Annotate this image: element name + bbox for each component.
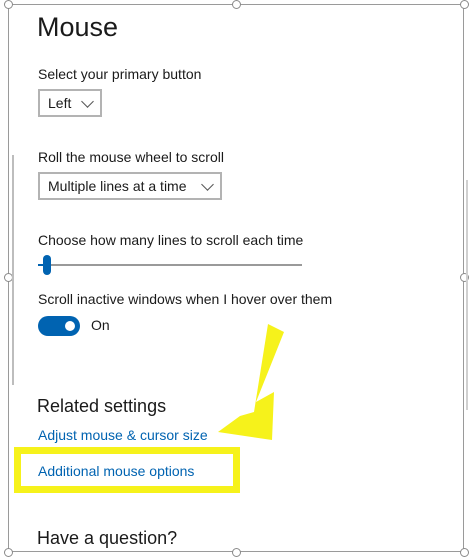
inactive-scroll-label: Scroll inactive windows when I hover ove…: [38, 291, 333, 307]
resize-handle-bottom-left[interactable]: [4, 548, 13, 557]
slider-thumb[interactable]: [43, 255, 52, 275]
help-heading: Have a question?: [37, 528, 178, 548]
arrow-icon: [218, 324, 284, 440]
resize-handle-top-center[interactable]: [232, 0, 241, 9]
resize-handle-bottom-center[interactable]: [232, 548, 241, 557]
scroll-mode-dropdown[interactable]: Multiple lines at a time: [38, 172, 222, 200]
annotation-highlight-box: [14, 447, 240, 493]
chevron-down-icon: [81, 94, 94, 108]
toggle-knob: [65, 321, 75, 331]
adjust-cursor-size-link[interactable]: Adjust mouse & cursor size: [38, 427, 208, 443]
primary-button-dropdown[interactable]: Left: [38, 89, 102, 117]
lines-to-scroll-label: Choose how many lines to scroll each tim…: [38, 232, 304, 248]
lines-to-scroll-slider[interactable]: [38, 264, 302, 266]
page-title: Mouse: [37, 12, 119, 42]
scroll-mode-label: Roll the mouse wheel to scroll: [38, 149, 224, 165]
primary-button-value: Left: [48, 95, 72, 111]
scrollbar-left[interactable]: [12, 155, 14, 385]
primary-button-label: Select your primary button: [38, 66, 202, 82]
scroll-mode-value: Multiple lines at a time: [48, 178, 187, 194]
chevron-down-icon: [201, 177, 214, 191]
scrollbar-right[interactable]: [466, 180, 468, 410]
resize-handle-bottom-right[interactable]: [460, 548, 469, 557]
resize-handle-top-right[interactable]: [460, 0, 469, 9]
related-settings-heading: Related settings: [37, 396, 167, 416]
toggle-state-text: On: [91, 317, 110, 333]
resize-handle-top-left[interactable]: [4, 0, 13, 9]
inactive-scroll-toggle[interactable]: [38, 316, 80, 336]
